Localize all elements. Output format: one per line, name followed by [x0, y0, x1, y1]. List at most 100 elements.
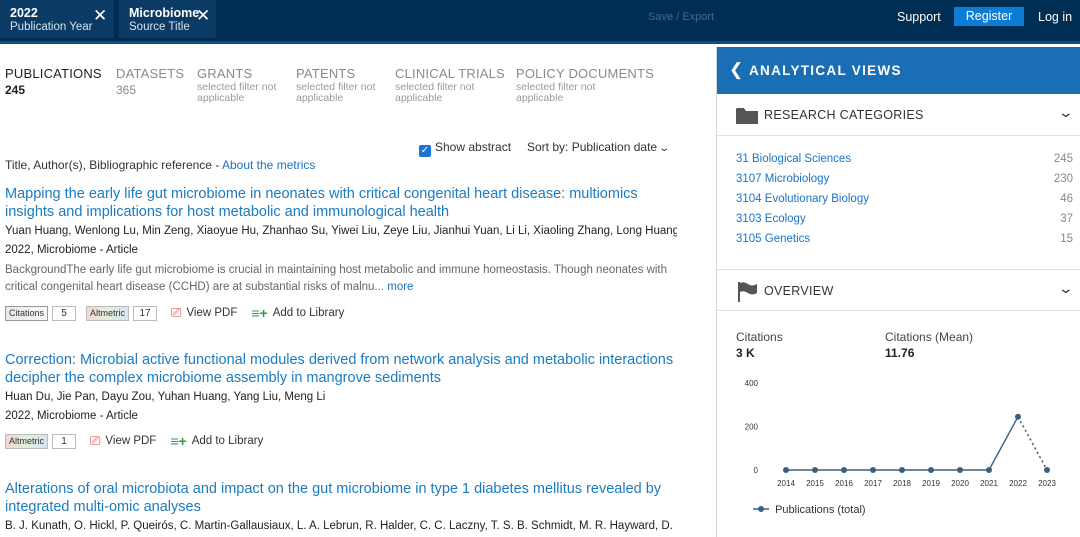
data-point — [1044, 467, 1050, 473]
altmetric-count[interactable]: 17 — [133, 305, 158, 321]
category-name[interactable]: 31 Biological Sciences — [736, 153, 851, 165]
series-line-segment — [988, 416, 1019, 471]
top-bar: 2022 Publication Year ✕ Microbiome Sourc… — [0, 0, 1080, 44]
result-title[interactable]: Mapping the early life gut microbiome in… — [5, 185, 685, 221]
add-library-icon[interactable]: ≡+ — [251, 305, 267, 321]
result-title[interactable]: Alterations of oral microbiota and impac… — [5, 480, 685, 516]
tab-count: 365 — [116, 83, 137, 97]
chevron-down-icon: ⌄ — [658, 143, 671, 154]
filter-chip-year[interactable]: 2022 Publication Year ✕ — [0, 0, 114, 38]
overview-header[interactable]: OVERVIEW ⌄ — [717, 269, 1080, 311]
citations-count[interactable]: 5 — [52, 305, 77, 321]
x-tick-label: 2021 — [980, 479, 998, 488]
category-name[interactable]: 3103 Ecology — [736, 213, 806, 225]
result-actions: Altmetric 1 ⎚ View PDF ≡+ Add to Library — [5, 433, 263, 449]
legend-label: Publications (total) — [775, 504, 866, 516]
tab-label: GRANTS — [197, 66, 253, 81]
checkbox-checked-icon[interactable]: ✓ — [419, 145, 431, 157]
data-point — [841, 467, 847, 473]
show-abstract-label: Show abstract — [435, 140, 512, 154]
tab-label: POLICY DOCUMENTS — [516, 66, 655, 81]
category-count: 230 — [1053, 173, 1073, 185]
tab-publications[interactable]: PUBLICATIONS 245 — [5, 66, 102, 97]
tab-grants[interactable]: GRANTS selected filter not applicable — [197, 66, 285, 104]
category-name[interactable]: 3104 Evolutionary Biology — [736, 193, 869, 205]
tab-label: PATENTS — [296, 66, 356, 81]
category-row[interactable]: 31 Biological Sciences 245 — [736, 153, 1073, 165]
panel-title: ANALYTICAL VIEWS — [749, 63, 902, 78]
tab-count: 245 — [5, 83, 26, 97]
result-meta: 2022, Microbiome - Article — [5, 410, 138, 422]
result-abstract: BackgroundThe early life gut microbiome … — [5, 262, 675, 296]
about-metrics-link[interactable]: About the metrics — [222, 158, 315, 172]
data-point — [1015, 413, 1021, 420]
category-row[interactable]: 3103 Ecology 37 — [736, 213, 1073, 225]
research-categories-header[interactable]: RESEARCH CATEGORIES ⌄ — [717, 94, 1080, 136]
tab-label: DATASETS — [116, 66, 185, 81]
altmetric-badge[interactable]: Altmetric — [86, 305, 130, 321]
chevron-left-icon[interactable]: ❮ — [729, 60, 743, 80]
filter-chip-key: Publication Year — [10, 21, 93, 33]
tab-clinical-trials[interactable]: CLINICAL TRIALS selected filter not appl… — [395, 66, 505, 104]
support-link[interactable]: Support — [897, 10, 941, 24]
x-tick-label: 2017 — [864, 479, 882, 488]
altmetric-count[interactable]: 1 — [52, 433, 77, 449]
close-icon[interactable]: ✕ — [196, 7, 210, 24]
chevron-down-icon[interactable]: ⌄ — [1058, 104, 1074, 121]
category-row[interactable]: 3105 Genetics 15 — [736, 233, 1073, 245]
y-tick-label: 400 — [745, 379, 759, 388]
data-point — [986, 467, 992, 473]
chevron-down-icon[interactable]: ⌄ — [1058, 280, 1074, 297]
add-to-library-link[interactable]: Add to Library — [273, 307, 345, 319]
flag-icon — [738, 282, 757, 302]
tab-subtext: selected filter not applicable — [296, 81, 376, 104]
sort-value: Publication date — [571, 140, 658, 154]
category-row[interactable]: 3104 Evolutionary Biology 46 — [736, 193, 1073, 205]
tab-policy-documents[interactable]: POLICY DOCUMENTS selected filter not app… — [516, 66, 654, 104]
x-tick-label: 2018 — [893, 479, 911, 488]
tab-label: PUBLICATIONS — [5, 66, 102, 81]
tab-datasets[interactable]: DATASETS 365 — [116, 66, 184, 97]
pdf-icon[interactable]: ⎚ — [90, 433, 100, 449]
filter-chip-source[interactable]: Microbiome Source Title ✕ — [119, 0, 216, 38]
category-name[interactable]: 3107 Microbiology — [736, 173, 829, 185]
sort-dropdown[interactable]: Sort by: Publication date ⌄ — [527, 140, 671, 154]
data-point — [899, 467, 905, 473]
citations-label: Citations — [736, 330, 783, 344]
panel-header[interactable]: ❮ ANALYTICAL VIEWS — [717, 47, 1080, 94]
data-point — [870, 467, 876, 473]
analytical-views-panel: ❮ ANALYTICAL VIEWS RESEARCH CATEGORIES ⌄… — [716, 47, 1080, 537]
register-button[interactable]: Register — [954, 7, 1024, 26]
tab-patents[interactable]: PATENTS selected filter not applicable — [296, 66, 384, 104]
category-row[interactable]: 3107 Microbiology 230 — [736, 173, 1073, 185]
view-pdf-link[interactable]: View PDF — [186, 307, 237, 319]
result-meta: 2022, Microbiome - Article — [5, 244, 138, 256]
result-authors: Yuan Huang, Wenlong Lu, Min Zeng, Xiaoyu… — [5, 225, 677, 237]
result-title[interactable]: Correction: Microbial active functional … — [5, 351, 685, 387]
close-icon[interactable]: ✕ — [93, 7, 107, 24]
citations-badge[interactable]: Citations — [5, 305, 49, 321]
more-link[interactable]: more — [387, 281, 413, 293]
login-link[interactable]: Log in — [1038, 10, 1072, 24]
chart-legend: Publications (total) — [753, 504, 866, 516]
data-point — [928, 467, 934, 473]
sort-label: Sort by: — [527, 140, 569, 154]
altmetric-badge[interactable]: Altmetric — [5, 433, 49, 449]
view-pdf-link[interactable]: View PDF — [105, 435, 156, 447]
list-header-text: Title, Author(s), Bibliographic referenc… — [5, 158, 222, 172]
pdf-icon[interactable]: ⎚ — [171, 305, 181, 321]
citations-mean-value: 11.76 — [885, 346, 915, 360]
legend-marker — [753, 506, 769, 512]
category-name[interactable]: 3105 Genetics — [736, 233, 810, 245]
category-count: 46 — [1060, 193, 1073, 205]
data-point — [957, 467, 963, 473]
add-library-icon[interactable]: ≡+ — [170, 433, 186, 449]
abstract-text: BackgroundThe early life gut microbiome … — [5, 264, 668, 293]
add-to-library-link[interactable]: Add to Library — [192, 435, 264, 447]
result-authors: B. J. Kunath, O. Hickl, P. Queirós, C. M… — [5, 520, 677, 532]
result-authors: Huan Du, Jie Pan, Dayu Zou, Yuhan Huang,… — [5, 391, 326, 403]
save-export-button[interactable]: Save / Export — [648, 11, 714, 23]
show-abstract-toggle[interactable]: ✓ Show abstract — [419, 140, 511, 157]
x-tick-label: 2022 — [1009, 479, 1027, 488]
citations-mean-label: Citations (Mean) — [885, 330, 974, 344]
